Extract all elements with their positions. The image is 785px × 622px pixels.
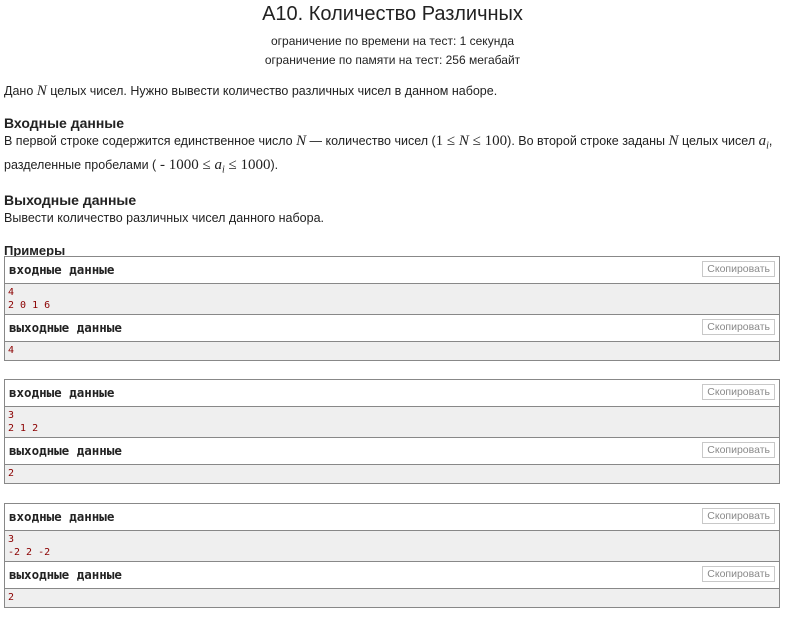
example-block: входные данные Скопировать 4 2 0 1 6 вых…	[4, 256, 780, 361]
output-label: выходные данные	[9, 443, 122, 458]
copy-input-button[interactable]: Скопировать	[702, 261, 775, 277]
example-block: входные данные Скопировать 3 2 1 2 выход…	[4, 379, 780, 484]
math-n: N	[668, 133, 679, 149]
input-label: входные данные	[9, 262, 115, 277]
math-n: N	[296, 133, 307, 149]
limits: ограничение по времени на тест: 1 секунд…	[0, 32, 785, 70]
statement-text: Дано N целых чисел. Нужно вывести количе…	[4, 82, 785, 101]
math-part: ≤ 1000	[224, 156, 271, 173]
example-block: входные данные Скопировать 3 -2 2 -2 вых…	[4, 503, 780, 608]
text-part: ).	[270, 157, 279, 172]
input-data: 4 2 0 1 6	[5, 284, 779, 315]
math-n: N	[36, 83, 47, 99]
text-part: разделенные пробелами (	[4, 157, 157, 172]
input-line: 2 1 2	[8, 422, 39, 434]
input-data: 3 -2 2 -2	[5, 531, 779, 562]
output-data: 2	[5, 465, 779, 483]
output-line: 2	[8, 468, 15, 479]
math-a: a	[214, 156, 222, 173]
copy-output-button[interactable]: Скопировать	[702, 442, 775, 458]
text-part: ,	[768, 134, 773, 148]
math-part: - 1000 ≤	[156, 156, 215, 173]
input-header: входные данные Скопировать	[5, 257, 779, 284]
copy-input-button[interactable]: Скопировать	[702, 508, 775, 524]
input-line: 3	[8, 534, 15, 545]
output-header: выходные данные Скопировать	[5, 315, 779, 342]
copy-output-button[interactable]: Скопировать	[702, 566, 775, 582]
time-limit: ограничение по времени на тест: 1 секунд…	[270, 34, 514, 48]
text-part: целых чисел	[678, 134, 759, 148]
statement-part: целых чисел. Нужно вывести количество ра…	[46, 84, 498, 98]
statement-part: Дано	[4, 84, 37, 98]
math-n: N	[458, 133, 469, 149]
input-label: входные данные	[9, 385, 115, 400]
input-label: входные данные	[9, 509, 115, 524]
output-label: выходные данные	[9, 320, 122, 335]
input-section-text: В первой строке содержится единственное …	[4, 132, 785, 179]
output-header: выходные данные Скопировать	[5, 562, 779, 589]
output-section-text: Вывести количество различных чисел данно…	[4, 211, 324, 225]
output-header: выходные данные Скопировать	[5, 438, 779, 465]
text-part: В первой строке содержится единственное …	[4, 134, 297, 148]
input-header: входные данные Скопировать	[5, 504, 779, 531]
copy-input-button[interactable]: Скопировать	[702, 384, 775, 400]
output-line: 4	[8, 345, 15, 356]
problem-title: A10. Количество Различных	[262, 3, 523, 25]
math-a: a	[758, 133, 767, 149]
output-data: 4	[5, 342, 779, 360]
output-data: 2	[5, 589, 779, 607]
output-line: 2	[8, 592, 15, 603]
copy-output-button[interactable]: Скопировать	[702, 319, 775, 335]
text-part: — количество чисел (	[306, 134, 436, 148]
memory-limit: ограничение по памяти на тест: 256 мегаб…	[264, 53, 521, 67]
input-header: входные данные Скопировать	[5, 380, 779, 407]
math-part: ≤ 100	[468, 133, 508, 149]
input-line: 4	[8, 287, 15, 298]
output-section-title: Выходные данные	[4, 192, 137, 208]
output-label: выходные данные	[9, 567, 122, 582]
input-line: 3	[8, 410, 15, 421]
text-part: ). Во второй строке заданы	[507, 134, 669, 148]
input-line: 2 0 1 6	[8, 299, 51, 311]
math-part: 1 ≤	[435, 133, 459, 149]
input-section-title: Входные данные	[4, 115, 125, 131]
input-data: 3 2 1 2	[5, 407, 779, 438]
input-line: -2 2 -2	[8, 546, 51, 558]
